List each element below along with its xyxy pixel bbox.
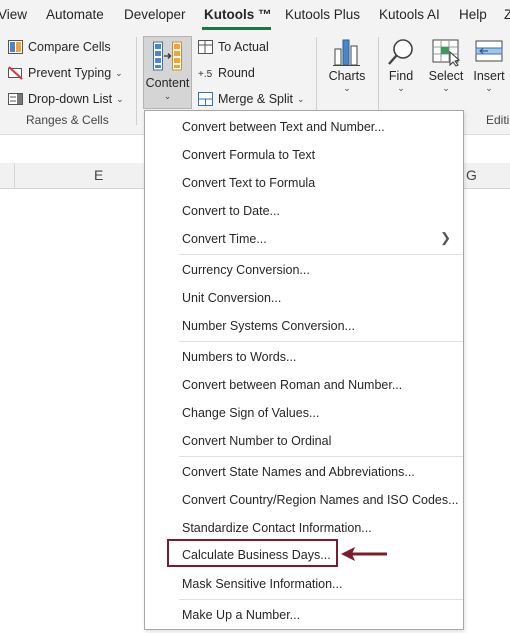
insert-button[interactable]: Insert ⌄ [468, 37, 510, 94]
menu-item-number-systems[interactable]: Number Systems Conversion... [182, 319, 355, 333]
column-header-e[interactable]: E [94, 167, 103, 183]
menu-item-country-region-names[interactable]: Convert Country/Region Names and ISO Cod… [182, 493, 459, 507]
tab-view[interactable]: View [0, 7, 27, 22]
chevron-down-icon: ⌄ [397, 83, 405, 93]
menu-separator [179, 456, 463, 457]
menu-item-convert-to-date[interactable]: Convert to Date... [182, 204, 280, 218]
chevron-down-icon: ⌄ [115, 67, 123, 78]
round-icon: +.5 [198, 66, 213, 80]
merge-split-button[interactable]: Merge & Split ⌄ [198, 92, 305, 106]
content-icon [153, 41, 182, 71]
menu-item-standardize-contact[interactable]: Standardize Contact Information... [182, 521, 372, 535]
tab-kutools-ai[interactable]: Kutools AI [379, 7, 440, 22]
annotation-arrow-icon [341, 547, 387, 561]
insert-icon [475, 40, 503, 62]
merge-split-label: Merge & Split [218, 92, 294, 106]
chevron-down-icon: ⌄ [485, 83, 493, 93]
active-tab-underline [202, 27, 271, 30]
chevron-down-icon: ⌄ [163, 91, 172, 101]
content-button[interactable]: Content ⌄ [143, 36, 192, 109]
insert-label: Insert [473, 69, 505, 83]
menu-separator [179, 599, 463, 600]
to-actual-icon [198, 40, 213, 54]
menu-item-convert-text-to-formula[interactable]: Convert Text to Formula [182, 176, 315, 190]
charts-icon [333, 39, 360, 66]
tab-help[interactable]: Help [459, 7, 487, 22]
group-divider [136, 37, 137, 125]
chevron-down-icon: ⌄ [343, 83, 351, 93]
menu-item-unit-conversion[interactable]: Unit Conversion... [182, 291, 281, 305]
round-button[interactable]: +.5 Round [198, 66, 255, 80]
to-actual-label: To Actual [218, 40, 269, 54]
prevent-typing-icon [8, 66, 23, 80]
menu-item-change-sign[interactable]: Change Sign of Values... [182, 406, 319, 420]
content-label: Content [145, 76, 190, 90]
menu-separator [179, 341, 463, 342]
ranges-cells-group-label: Ranges & Cells [26, 113, 109, 127]
round-label: Round [218, 66, 255, 80]
chevron-down-icon: ⌄ [442, 83, 450, 93]
tab-kutools-plus[interactable]: Kutools Plus [285, 7, 360, 22]
ribbon-tab-bar: View Automate Developer Kutools ™ Kutool… [0, 0, 510, 31]
menu-item-mask-sensitive[interactable]: Mask Sensitive Information... [182, 577, 342, 591]
dropdown-list-button[interactable]: Drop-down List ⌄ [8, 92, 124, 106]
merge-split-icon [198, 92, 213, 106]
select-label: Select [428, 69, 464, 83]
menu-item-number-to-ordinal[interactable]: Convert Number to Ordinal [182, 434, 331, 448]
prevent-typing-button[interactable]: Prevent Typing ⌄ [8, 66, 123, 80]
chevron-down-icon: ⌄ [116, 93, 124, 104]
compare-cells-label: Compare Cells [28, 40, 111, 54]
menu-item-state-names[interactable]: Convert State Names and Abbreviations... [182, 465, 415, 479]
editing-group-label: Editi [486, 113, 510, 127]
menu-item-roman-number[interactable]: Convert between Roman and Number... [182, 378, 402, 392]
column-header-g[interactable]: G [466, 167, 477, 183]
charts-label: Charts [328, 69, 366, 83]
find-label: Find [388, 69, 414, 83]
magnifier-icon [388, 39, 413, 65]
compare-cells-icon [8, 40, 23, 54]
svg-text:+.5: +.5 [198, 69, 213, 80]
select-button[interactable]: Select ⌄ [425, 37, 467, 94]
menu-item-numbers-to-words[interactable]: Numbers to Words... [182, 350, 296, 364]
menu-separator [179, 254, 463, 255]
highlight-box [167, 539, 338, 567]
menu-item-currency-conversion[interactable]: Currency Conversion... [182, 263, 310, 277]
prevent-typing-label: Prevent Typing [28, 66, 112, 80]
compare-cells-button[interactable]: Compare Cells [8, 40, 111, 54]
menu-item-convert-time[interactable]: Convert Time... [182, 232, 267, 246]
column-divider [14, 163, 15, 188]
to-actual-button[interactable]: To Actual [198, 40, 269, 54]
menu-item-make-up-number[interactable]: Make Up a Number... [182, 608, 300, 622]
tab-kutools[interactable]: Kutools ™ [204, 7, 272, 22]
chevron-right-icon: ❯ [440, 230, 451, 245]
tab-overflow[interactable]: Z [504, 7, 510, 22]
select-icon [432, 39, 461, 67]
dropdown-list-icon [8, 92, 23, 106]
menu-item-convert-text-number[interactable]: Convert between Text and Number... [182, 120, 385, 134]
tab-automate[interactable]: Automate [46, 7, 104, 22]
find-button[interactable]: Find ⌄ [380, 37, 422, 94]
content-dropdown-menu: Convert between Text and Number... Conve… [144, 110, 464, 630]
charts-button[interactable]: Charts ⌄ [326, 37, 368, 94]
tab-developer[interactable]: Developer [124, 7, 186, 22]
menu-item-convert-formula-to-text[interactable]: Convert Formula to Text [182, 148, 315, 162]
dropdown-list-label: Drop-down List [28, 92, 113, 106]
chevron-down-icon: ⌄ [297, 93, 305, 104]
